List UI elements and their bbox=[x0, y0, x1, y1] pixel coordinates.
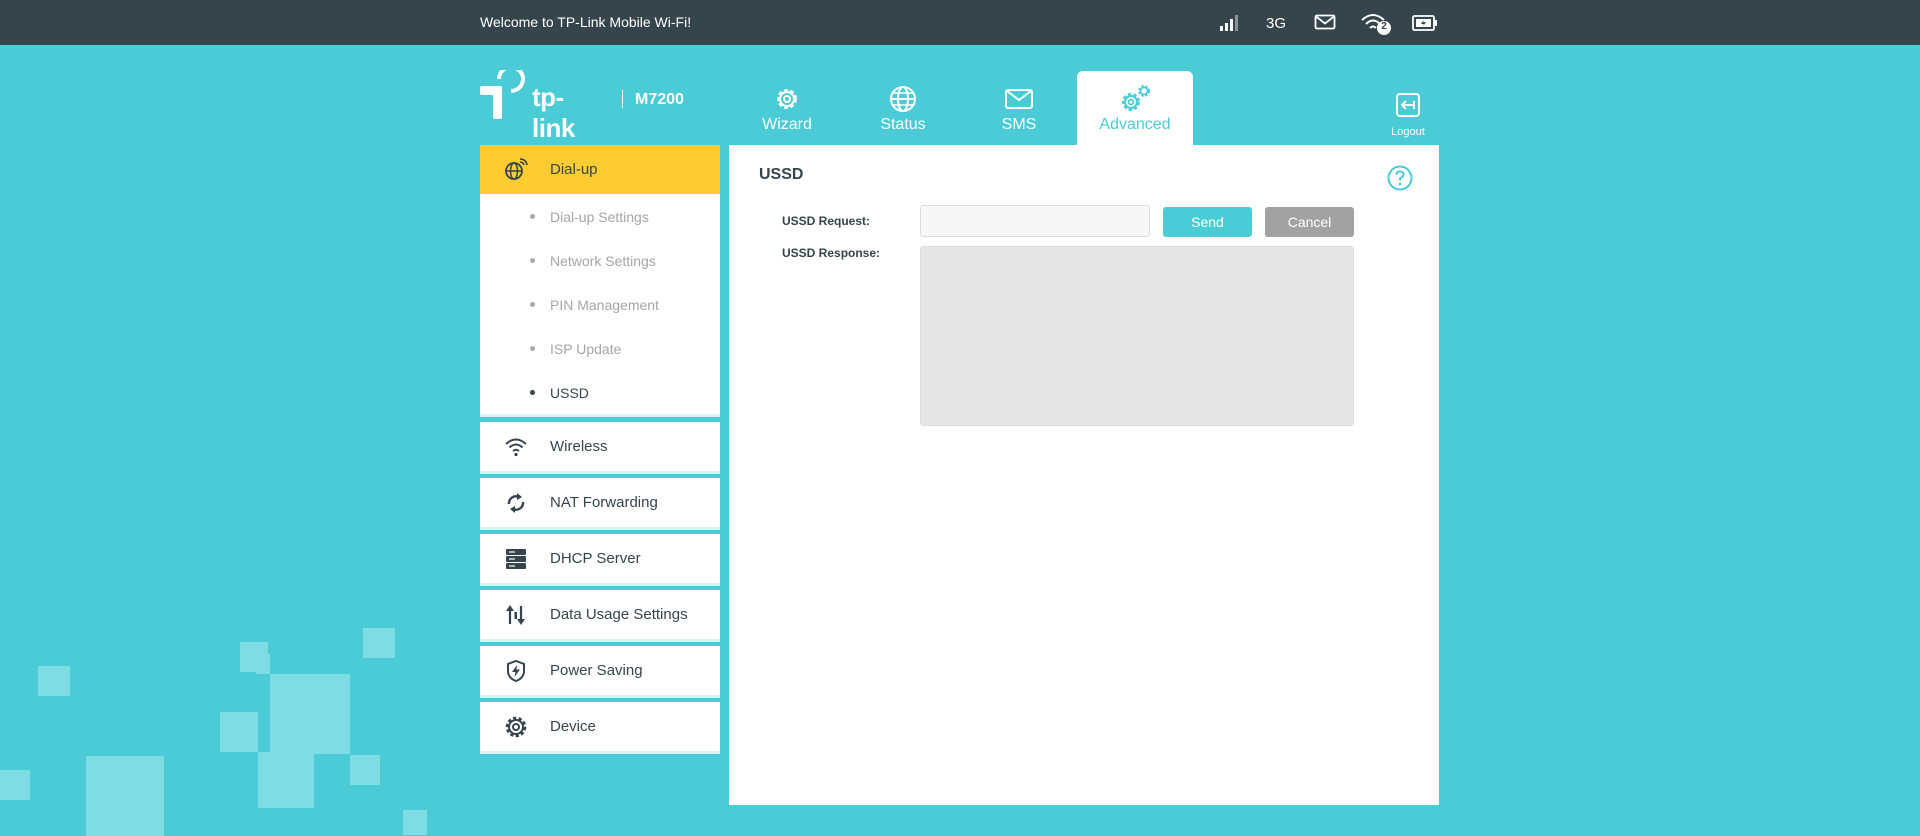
sidebar-item-label: Wireless bbox=[550, 438, 608, 455]
background-decoration bbox=[86, 756, 164, 836]
wifi-icon: 2 bbox=[1360, 12, 1392, 41]
help-icon[interactable] bbox=[1387, 165, 1413, 191]
server-icon bbox=[504, 547, 528, 571]
logout-label: Logout bbox=[1391, 126, 1425, 138]
welcome-text: Welcome to TP-Link Mobile Wi-Fi! bbox=[480, 14, 692, 30]
sidebar-item-label: Data Usage Settings bbox=[550, 606, 688, 623]
page-title: USSD bbox=[759, 166, 804, 183]
sidebar-item-power-saving[interactable]: Power Saving bbox=[480, 646, 720, 695]
bullet bbox=[530, 346, 535, 351]
sidebar-subitem-label: Network Settings bbox=[550, 253, 656, 269]
nav-tab-advanced[interactable]: Advanced bbox=[1077, 71, 1193, 145]
cancel-button[interactable]: Cancel bbox=[1265, 207, 1354, 237]
gear-icon bbox=[504, 715, 528, 739]
battery-icon bbox=[1412, 14, 1438, 37]
nav-tab-label: SMS bbox=[1001, 116, 1037, 133]
sidebar-item-device[interactable]: Device bbox=[480, 702, 720, 751]
sidebar-subitem-label: Dial-up Settings bbox=[550, 209, 649, 225]
background-decoration bbox=[256, 654, 270, 674]
shield-bolt-icon bbox=[504, 659, 528, 683]
ussd-response-label: USSD Response: bbox=[782, 246, 881, 260]
ussd-response-area bbox=[920, 246, 1354, 426]
ussd-request-label: USSD Request: bbox=[782, 214, 871, 228]
sidebar-subitem-label: USSD bbox=[550, 385, 589, 401]
bullet bbox=[530, 390, 535, 395]
network-type: 3G bbox=[1266, 15, 1287, 32]
background-decoration bbox=[313, 710, 349, 752]
sidebar-item-label: Dial-up bbox=[550, 161, 598, 178]
logout-icon bbox=[1395, 93, 1421, 122]
sidebar-item-label: NAT Forwarding bbox=[550, 494, 658, 511]
bullet bbox=[530, 214, 535, 219]
bullet bbox=[530, 258, 535, 263]
sidebar-subitem-network-settings[interactable]: Network Settings bbox=[480, 238, 720, 282]
content-panel: USSD USSD Request: Send Cancel USSD Resp… bbox=[729, 145, 1439, 805]
background-decoration bbox=[38, 666, 70, 696]
nav-tab-status[interactable]: Status bbox=[845, 71, 961, 145]
logo-divider bbox=[622, 90, 623, 108]
sidebar-group-dhcp-server: DHCP Server bbox=[480, 534, 720, 586]
sidebar-item-label: Power Saving bbox=[550, 662, 643, 679]
sidebar-item-dial-up[interactable]: Dial-up bbox=[480, 145, 720, 194]
brand-name: tp-link bbox=[532, 82, 575, 143]
background-decoration bbox=[0, 770, 30, 800]
background-decoration bbox=[220, 712, 258, 752]
sidebar-group-device: Device bbox=[480, 702, 720, 754]
up-down-arrows-icon bbox=[504, 603, 528, 627]
sidebar-group-dial-up: Dial-up Dial-up Settings Network Setting… bbox=[480, 145, 720, 417]
bullet bbox=[530, 302, 535, 307]
background-decoration bbox=[258, 752, 314, 808]
sidebar-group-power-saving: Power Saving bbox=[480, 646, 720, 698]
nav-tab-wizard[interactable]: Wizard bbox=[729, 71, 845, 145]
nav-tab-sms[interactable]: SMS bbox=[961, 71, 1077, 145]
gear-icon bbox=[729, 84, 845, 114]
send-button[interactable]: Send bbox=[1163, 207, 1252, 237]
sidebar-item-data-usage-settings[interactable]: Data Usage Settings bbox=[480, 590, 720, 639]
tp-link-logo-mark bbox=[480, 65, 525, 119]
sidebar-item-wireless[interactable]: Wireless bbox=[480, 422, 720, 471]
background-decoration bbox=[363, 628, 395, 658]
sidebar-item-nat-forwarding[interactable]: NAT Forwarding bbox=[480, 478, 720, 527]
sidebar-item-label: Device bbox=[550, 718, 596, 735]
nav-tab-label: Status bbox=[880, 116, 926, 133]
device-model: M7200 bbox=[635, 91, 684, 108]
logout-button[interactable]: Logout bbox=[1386, 92, 1430, 138]
mail-icon[interactable] bbox=[1314, 14, 1336, 35]
envelope-icon bbox=[961, 84, 1077, 114]
ussd-request-input[interactable] bbox=[920, 205, 1150, 237]
wifi-icon bbox=[504, 435, 528, 459]
background-decoration bbox=[403, 810, 427, 835]
sidebar-group-wireless: Wireless bbox=[480, 422, 720, 474]
sidebar-subitem-dial-up-settings[interactable]: Dial-up Settings bbox=[480, 194, 720, 238]
refresh-icon bbox=[504, 491, 528, 515]
sidebar-subitem-label: ISP Update bbox=[550, 341, 622, 357]
logo: tp-link M7200 bbox=[480, 65, 684, 143]
background-decoration bbox=[350, 755, 380, 785]
nav-tab-label: Advanced bbox=[1099, 116, 1171, 133]
wifi-client-count: 2 bbox=[1381, 21, 1387, 32]
sidebar-subitem-isp-update[interactable]: ISP Update bbox=[480, 326, 720, 370]
sidebar-group-data-usage-settings: Data Usage Settings bbox=[480, 590, 720, 642]
sidebar-subitem-ussd[interactable]: USSD bbox=[480, 370, 720, 414]
gears-icon bbox=[1077, 84, 1193, 114]
globe-icon bbox=[845, 84, 961, 114]
sidebar-subitem-label: PIN Management bbox=[550, 297, 659, 313]
sidebar-group-nat-forwarding: NAT Forwarding bbox=[480, 478, 720, 530]
sidebar-subitem-pin-management[interactable]: PIN Management bbox=[480, 282, 720, 326]
globe-signal-icon bbox=[504, 158, 528, 182]
sidebar-item-label: DHCP Server bbox=[550, 550, 641, 567]
signal-bars-icon bbox=[1218, 14, 1240, 37]
nav-tab-label: Wizard bbox=[762, 116, 812, 133]
sidebar-item-dhcp-server[interactable]: DHCP Server bbox=[480, 534, 720, 583]
top-bar: Welcome to TP-Link Mobile Wi-Fi! 3G 2 bbox=[0, 0, 1920, 45]
